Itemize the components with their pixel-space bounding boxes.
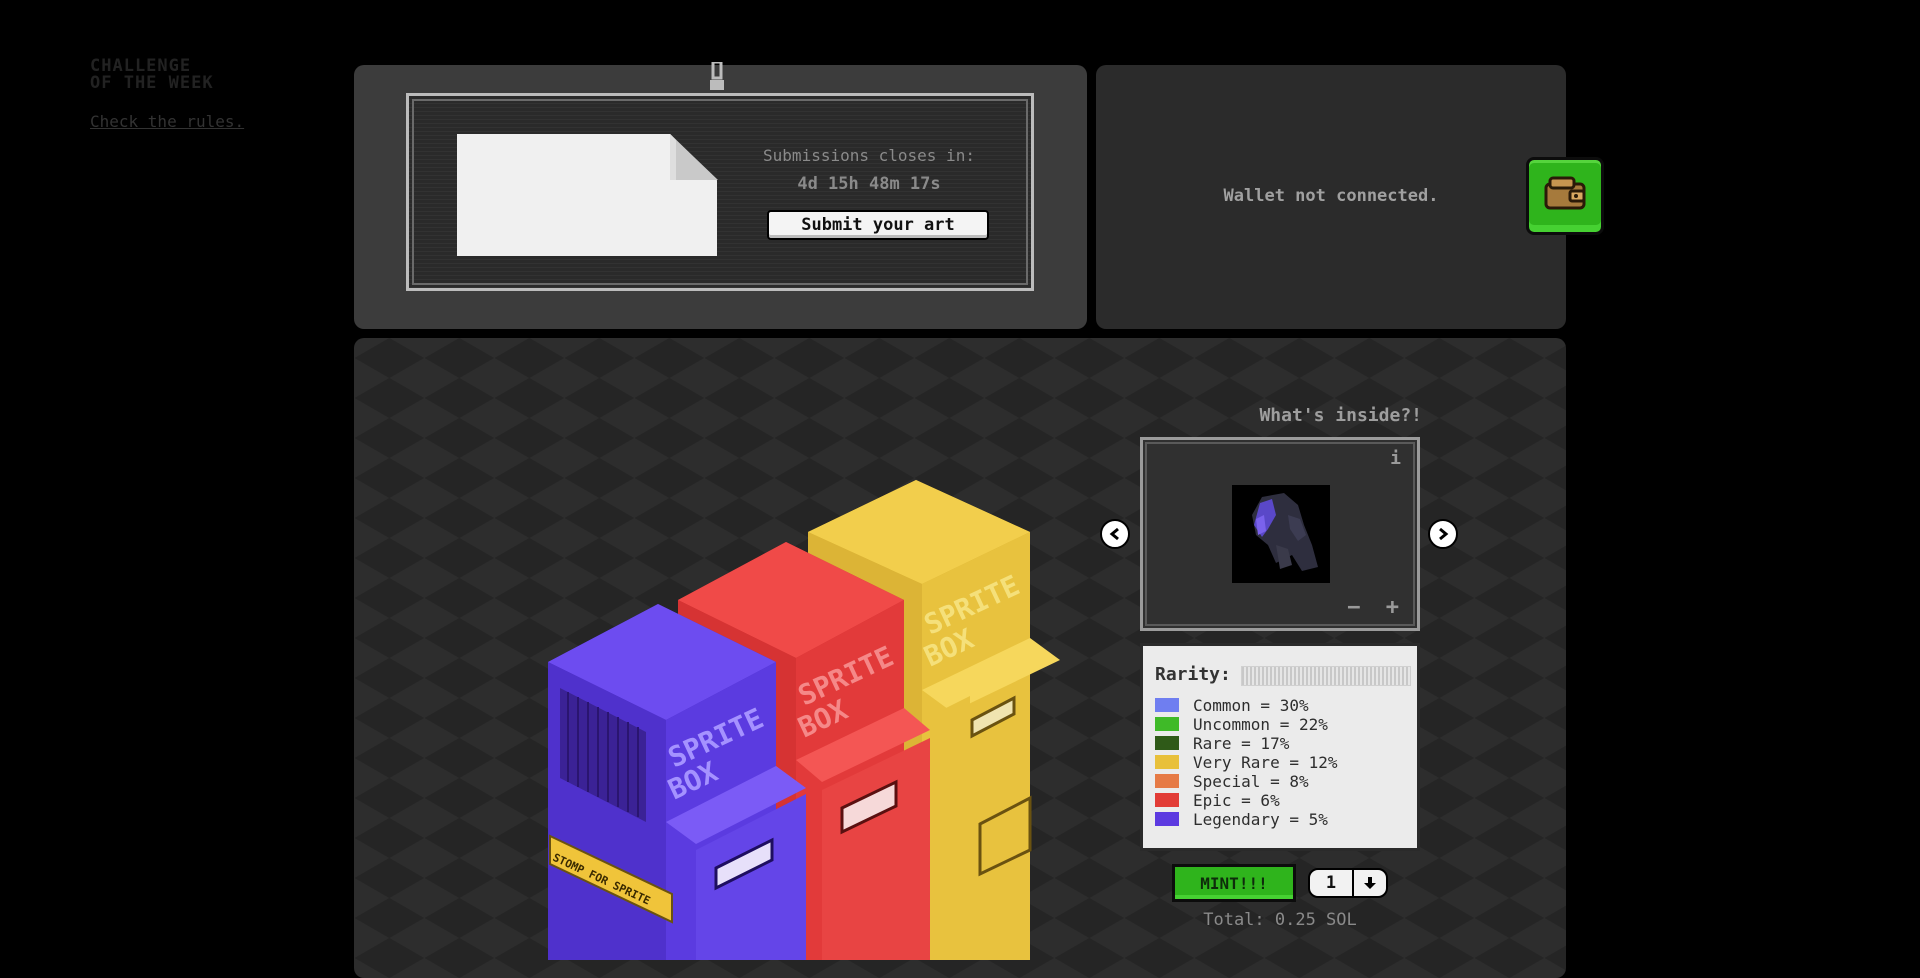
rarity-row-special: Special = 8%: [1155, 772, 1309, 791]
challenge-title: CHALLENGE OF THE WEEK: [90, 56, 214, 93]
rarity-bar: [1241, 666, 1411, 686]
sprite-image: [1232, 485, 1330, 583]
rarity-swatch: [1155, 755, 1179, 769]
quantity-value: 1: [1325, 873, 1337, 893]
chevron-left-icon: [1109, 527, 1119, 541]
creature-sprite-icon: [1252, 493, 1318, 571]
rarity-row-common: Common = 30%: [1155, 696, 1309, 715]
sprite-preview: i − +: [1140, 437, 1420, 631]
rarity-swatch: [1155, 736, 1179, 750]
zoom-controls[interactable]: − +: [1347, 595, 1405, 620]
total-price: Total: 0.25 SOL: [1203, 910, 1357, 930]
submission-close-label: Submissions closes in:: [763, 146, 975, 165]
quantity-select[interactable]: 1: [1308, 868, 1388, 898]
chevron-right-icon: [1439, 527, 1449, 541]
rarity-row-legendary: Legendary = 5%: [1155, 810, 1328, 829]
wallet-icon: [1544, 176, 1586, 209]
rarity-row-very-rare: Very Rare = 12%: [1155, 753, 1338, 772]
rarity-row-epic: Epic = 6%: [1155, 791, 1280, 810]
page-fold-icon: [670, 134, 718, 180]
quantity-dropdown[interactable]: [1352, 870, 1386, 896]
rarity-swatch: [1155, 812, 1179, 826]
hanger-hook-icon: [710, 62, 724, 90]
rarity-row-uncommon: Uncommon = 22%: [1155, 715, 1328, 734]
sprite-box-machines: SPRITE BOX SPRITE BOX STOMP FOR SPRITE S…: [548, 480, 1060, 960]
wallet-status: Wallet not connected.: [1223, 186, 1439, 206]
previous-sprite-button[interactable]: [1100, 519, 1130, 549]
countdown-timer: 4d 15h 48m 17s: [797, 174, 941, 194]
wallet-connect-button[interactable]: [1526, 157, 1604, 235]
arrow-down-icon: [1364, 877, 1376, 889]
rarity-swatch: [1155, 717, 1179, 731]
rarity-row-rare: Rare = 17%: [1155, 734, 1289, 753]
next-sprite-button[interactable]: [1428, 519, 1458, 549]
submit-art-button[interactable]: Submit your art: [767, 210, 989, 240]
rarity-table: Rarity: Common = 30% Uncommon = 22% Rare…: [1140, 643, 1420, 851]
info-icon[interactable]: i: [1390, 448, 1401, 469]
rarity-swatch: [1155, 774, 1179, 788]
rules-link[interactable]: Check the rules.: [90, 112, 244, 131]
rarity-swatch: [1155, 793, 1179, 807]
mint-button[interactable]: MINT!!!: [1172, 864, 1296, 902]
whats-inside-title: What's inside?!: [1259, 405, 1422, 426]
rarity-swatch: [1155, 698, 1179, 712]
rarity-label: Rarity:: [1155, 664, 1231, 685]
challenge-board: Submissions closes in: 4d 15h 48m 17s Su…: [406, 93, 1034, 291]
